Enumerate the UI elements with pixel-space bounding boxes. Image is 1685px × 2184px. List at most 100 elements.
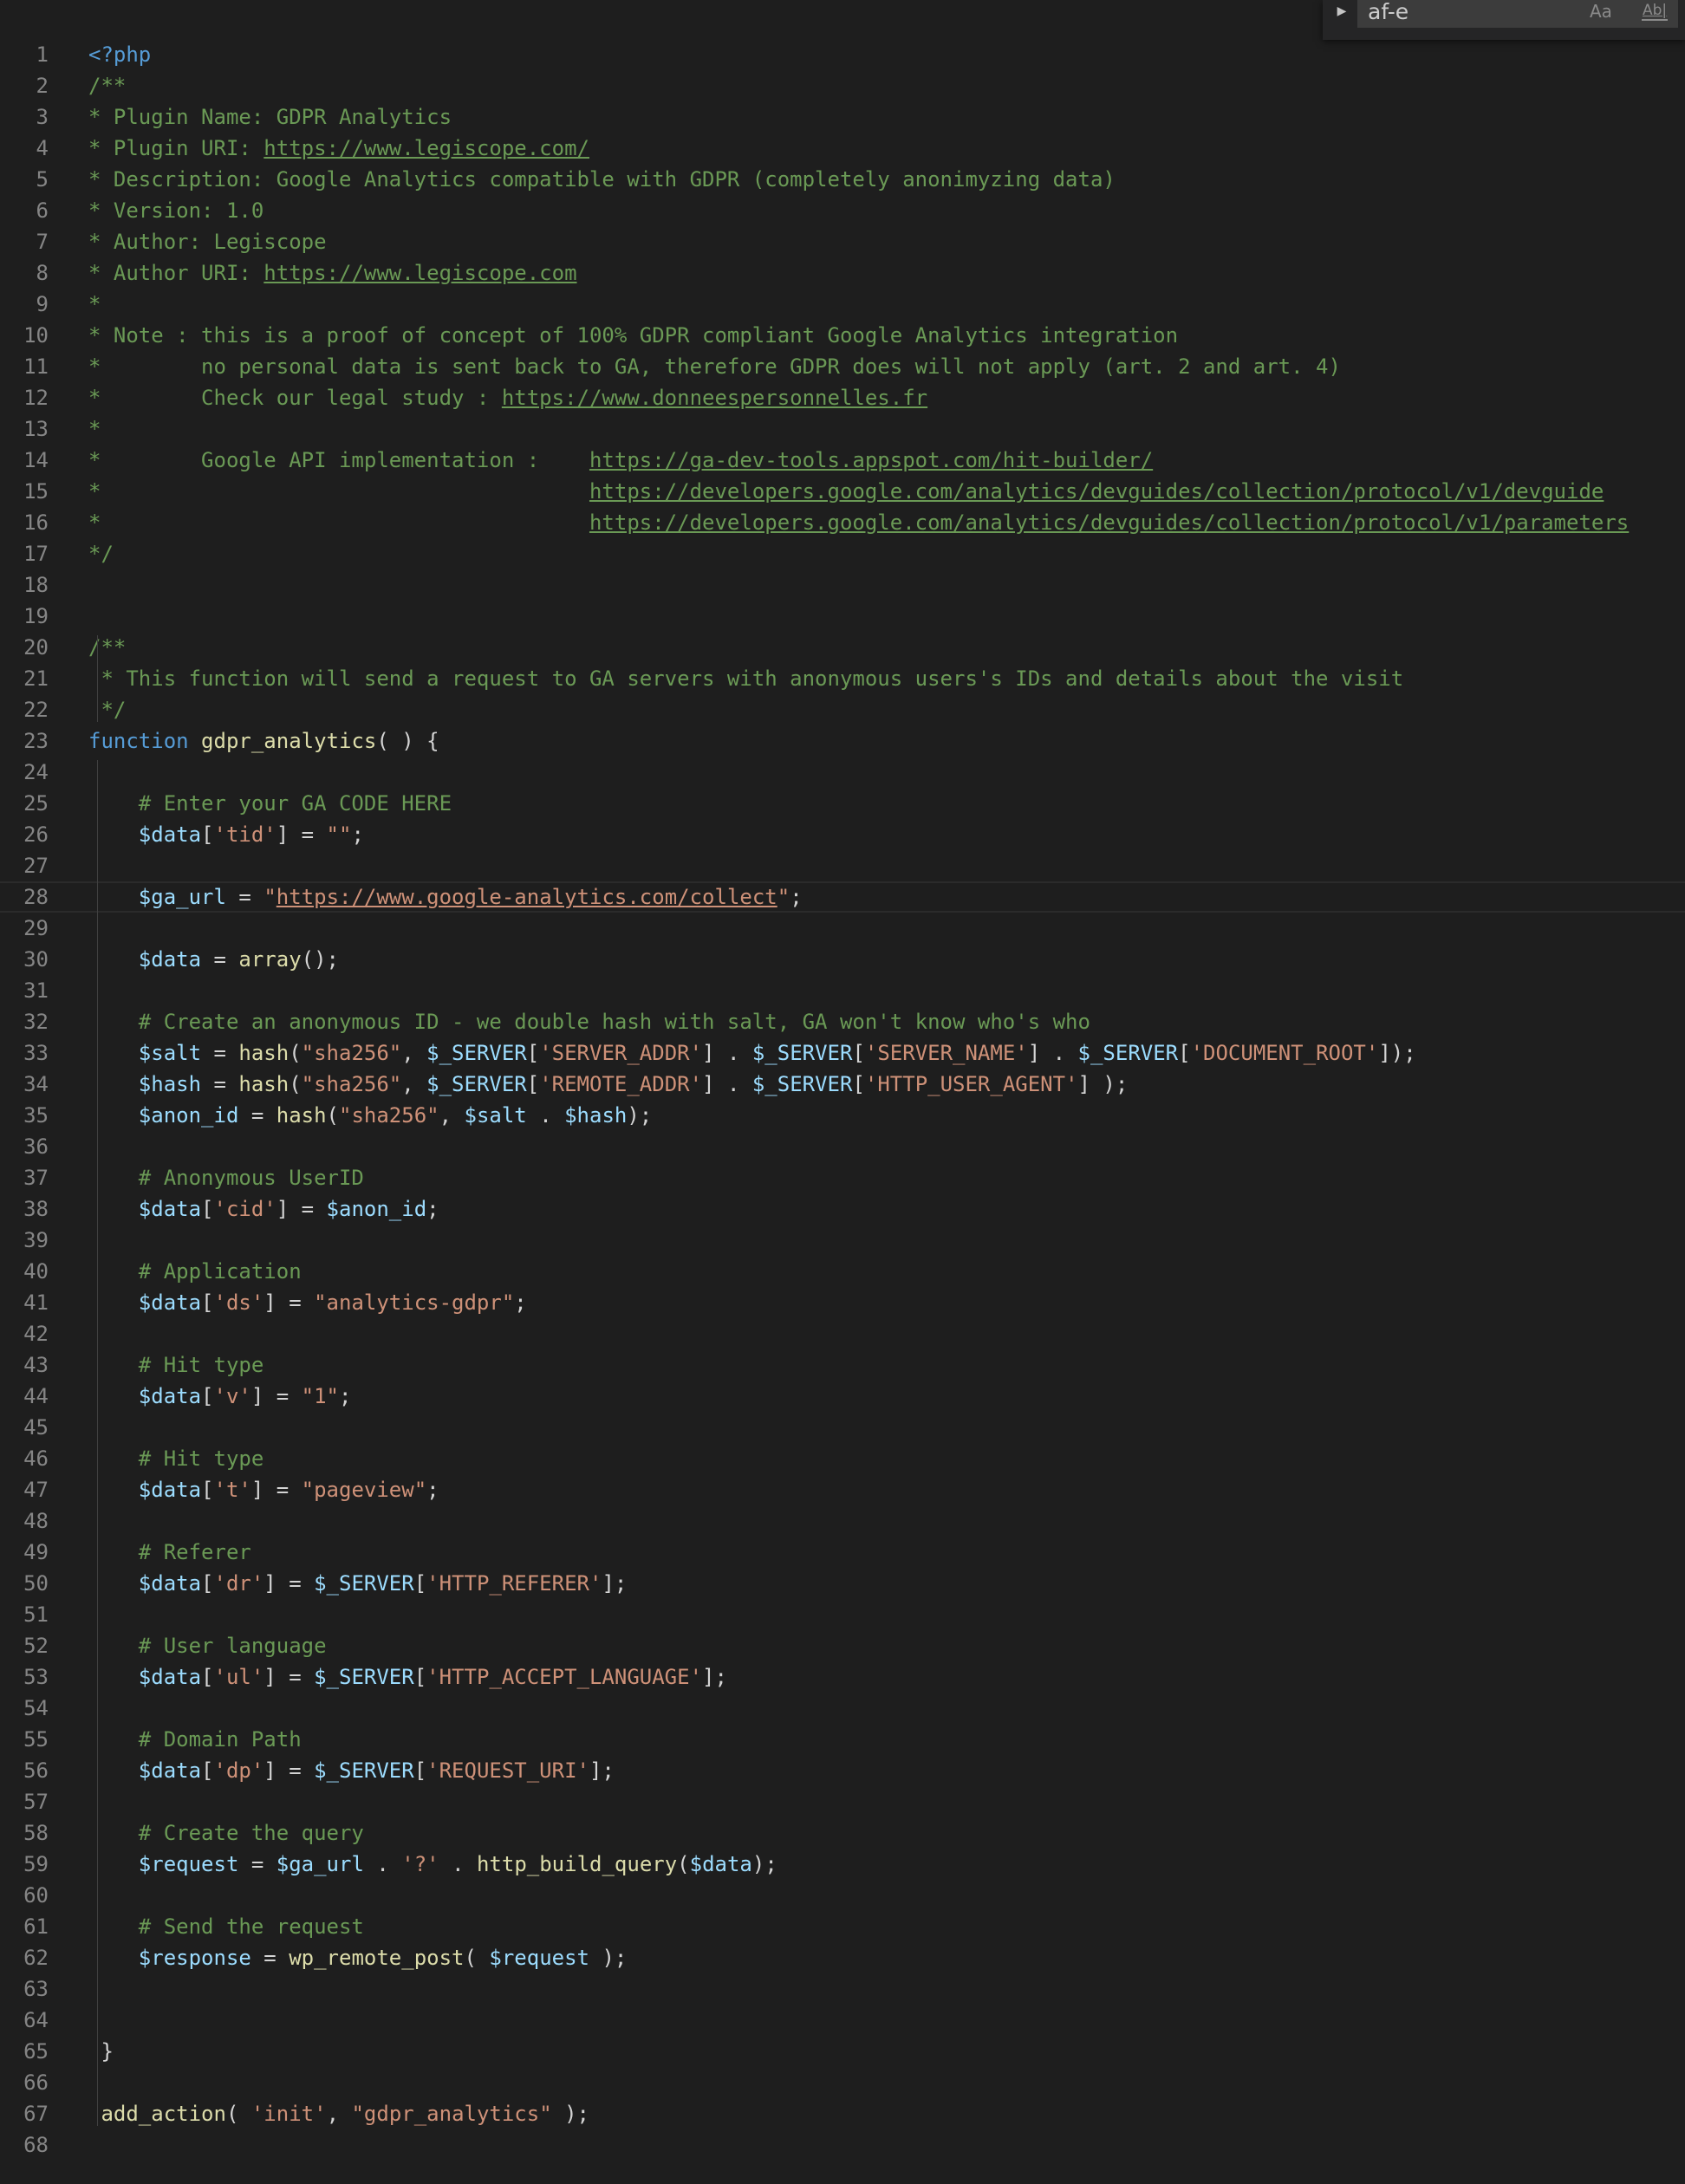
code-text[interactable]: $data['ds'] = "analytics-gdpr"; [88, 1287, 527, 1318]
code-text[interactable]: */ [88, 694, 126, 725]
code-line[interactable]: 33 $salt = hash("sha256", $_SERVER['SERV… [0, 1037, 1685, 1069]
code-text[interactable]: * Google API implementation : https://ga… [88, 445, 1153, 476]
code-line[interactable]: 34 $hash = hash("sha256", $_SERVER['REMO… [0, 1069, 1685, 1100]
code-line[interactable]: 24 [0, 757, 1685, 788]
code-line[interactable]: 5 * Description: Google Analytics compati… [0, 164, 1685, 195]
code-line[interactable]: 38 $data['cid'] = $anon_id; [0, 1193, 1685, 1225]
toggle-replace-chevron-icon[interactable]: ▶ [1331, 0, 1352, 23]
code-text[interactable]: $data['ul'] = $_SERVER['HTTP_ACCEPT_LANG… [88, 1661, 727, 1693]
code-line[interactable]: 42 [0, 1318, 1685, 1349]
code-text[interactable]: # Send the request [88, 1911, 364, 1942]
code-text[interactable]: * Plugin URI: https://www.legiscope.com/ [88, 133, 589, 164]
code-line[interactable]: 46 # Hit type [0, 1443, 1685, 1474]
code-text[interactable]: function gdpr_analytics( ) { [88, 725, 439, 757]
code-line[interactable]: 3 * Plugin Name: GDPR Analytics [0, 101, 1685, 133]
code-line[interactable]: 8 * Author URI: https://www.legiscope.com [0, 257, 1685, 289]
code-line[interactable]: 61 # Send the request [0, 1911, 1685, 1942]
code-line[interactable]: 6 * Version: 1.0 [0, 195, 1685, 226]
code-line[interactable]: 31 [0, 975, 1685, 1006]
code-line[interactable]: 12 * Check our legal study : https://www.… [0, 382, 1685, 413]
code-text[interactable]: $data['t'] = "pageview"; [88, 1474, 439, 1505]
code-text[interactable]: # Hit type [88, 1349, 264, 1381]
code-line[interactable]: 21 * This function will send a request t… [0, 663, 1685, 694]
code-text[interactable]: # Create an anonymous ID - we double has… [88, 1006, 1090, 1037]
code-line[interactable]: 28 $ga_url = "https://www.google-analyti… [0, 881, 1685, 913]
code-text[interactable]: $anon_id = hash("sha256", $salt . $hash)… [88, 1100, 652, 1131]
code-text[interactable]: $data['v'] = "1"; [88, 1381, 352, 1412]
code-line[interactable]: 47 $data['t'] = "pageview"; [0, 1474, 1685, 1505]
code-line[interactable]: 60 [0, 1880, 1685, 1911]
code-line[interactable]: 18 [0, 569, 1685, 601]
code-text[interactable]: $data['dr'] = $_SERVER['HTTP_REFERER']; [88, 1568, 628, 1599]
code-line[interactable]: 29 [0, 913, 1685, 944]
code-line[interactable]: 20 /** [0, 632, 1685, 663]
code-line[interactable]: 40 # Application [0, 1256, 1685, 1287]
code-line[interactable]: 26 $data['tid'] = ""; [0, 819, 1685, 850]
code-text[interactable]: $ga_url = "https://www.google-analytics.… [88, 883, 803, 911]
code-line[interactable]: 41 $data['ds'] = "analytics-gdpr"; [0, 1287, 1685, 1318]
code-text[interactable]: # Domain Path [88, 1724, 302, 1755]
code-text[interactable]: * Plugin Name: GDPR Analytics [88, 101, 452, 133]
match-case-button[interactable]: Aa [1590, 0, 1612, 23]
code-text[interactable]: # Create the query [88, 1817, 364, 1849]
code-text[interactable]: * Author: Legiscope [88, 226, 327, 257]
code-line[interactable]: 4 * Plugin URI: https://www.legiscope.com… [0, 133, 1685, 164]
code-line[interactable]: 14 * Google API implementation : https://… [0, 445, 1685, 476]
code-line[interactable]: 54 [0, 1693, 1685, 1724]
code-line[interactable]: 59 $request = $ga_url . '?' . http_build… [0, 1849, 1685, 1880]
code-line[interactable]: 35 $anon_id = hash("sha256", $salt . $ha… [0, 1100, 1685, 1131]
code-line[interactable]: 52 # User language [0, 1630, 1685, 1661]
code-text[interactable]: <?php [88, 39, 151, 70]
code-line[interactable]: 15 * https://developers.google.com/analyt… [0, 476, 1685, 507]
code-line[interactable]: 65 } [0, 2036, 1685, 2067]
code-line[interactable]: 53 $data['ul'] = $_SERVER['HTTP_ACCEPT_L… [0, 1661, 1685, 1693]
match-whole-word-button[interactable]: Ab| [1642, 2, 1669, 21]
code-line[interactable]: 49 # Referer [0, 1537, 1685, 1568]
code-editor[interactable]: 1 <?php 2 /** 3 * Plugin Name: GDPR Analytics… [0, 0, 1685, 2184]
code-text[interactable]: $data['cid'] = $anon_id; [88, 1193, 439, 1225]
code-line[interactable]: 58 # Create the query [0, 1817, 1685, 1849]
code-text[interactable]: * https://developers.google.com/analytic… [88, 507, 1629, 538]
code-line[interactable]: 55 # Domain Path [0, 1724, 1685, 1755]
code-line[interactable]: 64 [0, 2005, 1685, 2036]
code-line[interactable]: 67 add_action( 'init', "gdpr_analytics" … [0, 2098, 1685, 2129]
code-text[interactable]: $response = wp_remote_post( $request ); [88, 1942, 628, 1973]
code-text[interactable]: add_action( 'init', "gdpr_analytics" ); [88, 2098, 589, 2129]
code-line[interactable]: 45 [0, 1412, 1685, 1443]
code-line[interactable]: 22 */ [0, 694, 1685, 725]
code-line[interactable]: 13 * [0, 413, 1685, 445]
code-text[interactable]: * [88, 289, 101, 320]
code-line[interactable]: 44 $data['v'] = "1"; [0, 1381, 1685, 1412]
code-line[interactable]: 62 $response = wp_remote_post( $request … [0, 1942, 1685, 1973]
code-text[interactable]: } [88, 2036, 113, 2067]
code-line[interactable]: 25 # Enter your GA CODE HERE [0, 788, 1685, 819]
code-line[interactable]: 37 # Anonymous UserID [0, 1162, 1685, 1193]
code-text[interactable]: # Application [88, 1256, 302, 1287]
code-text[interactable]: # Anonymous UserID [88, 1162, 364, 1193]
code-line[interactable]: 63 [0, 1973, 1685, 2005]
code-text[interactable]: * This function will send a request to G… [88, 663, 1403, 694]
code-line[interactable]: 17 */ [0, 538, 1685, 569]
code-text[interactable]: $request = $ga_url . '?' . http_build_qu… [88, 1849, 777, 1880]
code-line[interactable]: 2 /** [0, 70, 1685, 101]
code-text[interactable]: * Description: Google Analytics compatib… [88, 164, 1116, 195]
code-line[interactable]: 39 [0, 1225, 1685, 1256]
code-line[interactable]: 27 [0, 850, 1685, 881]
code-text[interactable]: * Note : this is a proof of concept of 1… [88, 320, 1178, 351]
code-text[interactable]: $data['tid'] = ""; [88, 819, 364, 850]
code-text[interactable]: /** [88, 70, 126, 101]
find-input[interactable]: af-e Aa Ab| [1357, 0, 1678, 28]
code-line[interactable]: 32 # Create an anonymous ID - we double … [0, 1006, 1685, 1037]
code-line[interactable]: 1 <?php [0, 39, 1685, 70]
code-text[interactable]: # Hit type [88, 1443, 264, 1474]
code-text[interactable]: * Check our legal study : https://www.do… [88, 382, 927, 413]
code-line[interactable]: 56 $data['dp'] = $_SERVER['REQUEST_URI']… [0, 1755, 1685, 1786]
code-line[interactable]: 23 function gdpr_analytics( ) { [0, 725, 1685, 757]
find-input-value[interactable]: af-e [1368, 0, 1409, 24]
code-line[interactable]: 19 [0, 601, 1685, 632]
code-line[interactable]: 16 * https://developers.google.com/analyt… [0, 507, 1685, 538]
code-line[interactable]: 68 [0, 2129, 1685, 2161]
code-text[interactable]: * Author URI: https://www.legiscope.com [88, 257, 577, 289]
code-line[interactable]: 57 [0, 1786, 1685, 1817]
code-line[interactable]: 50 $data['dr'] = $_SERVER['HTTP_REFERER'… [0, 1568, 1685, 1599]
